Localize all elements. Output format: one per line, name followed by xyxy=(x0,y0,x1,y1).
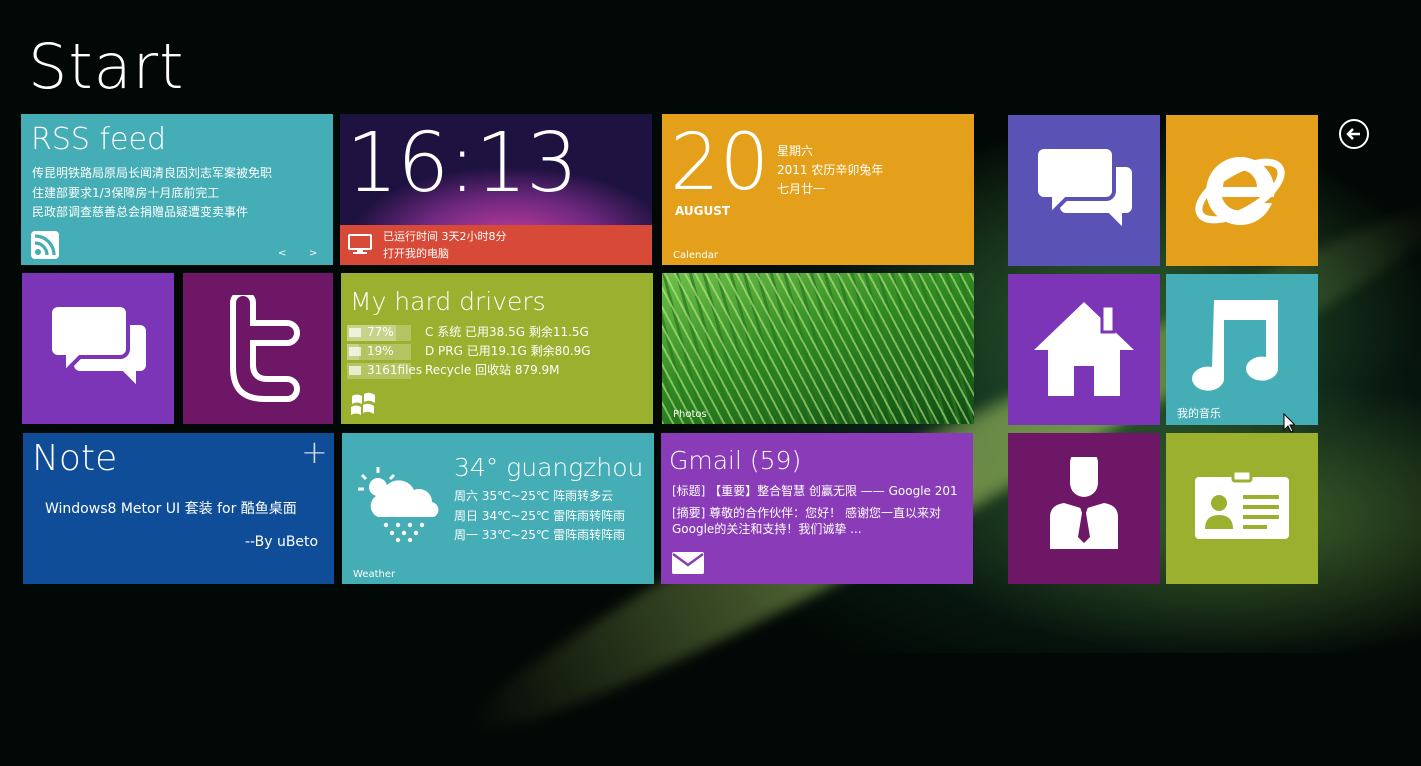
twitter-tile[interactable] xyxy=(183,273,333,424)
weather-tile[interactable]: 34° guangzhou 周六 35℃~25℃ 阵雨转多云 周日 34℃~25… xyxy=(342,433,654,584)
recycle-text: Recycle 回收站 879.9M xyxy=(425,363,560,377)
drive-row-d: 19% D PRG 已用19.1G 剩余80.9G xyxy=(347,342,647,361)
person-icon xyxy=(1050,457,1118,551)
clock-uptime: 已运行时间 3天2小时8分 xyxy=(383,230,507,243)
drive-row-c: 77% C 系统 已用38.5G 剩余11.5G xyxy=(347,323,647,342)
back-arrow-button[interactable] xyxy=(1339,119,1369,149)
calendar-month: AUGUST xyxy=(675,204,731,218)
rss-title: RSS feed xyxy=(31,122,166,157)
twitter-t-icon xyxy=(215,295,305,405)
rss-next-button[interactable]: > xyxy=(309,248,317,259)
drive-c-text: C 系统 已用38.5G 剩余11.5G xyxy=(425,325,589,339)
music-label: 我的音乐 xyxy=(1177,407,1221,420)
drive-d-badge: 19% xyxy=(367,344,394,358)
id-card-tile[interactable] xyxy=(1166,433,1318,584)
note-title: Note xyxy=(32,438,118,479)
computer-icon xyxy=(348,234,372,254)
weather-day: 周一 33℃~25℃ 雷阵雨转阵雨 xyxy=(454,528,626,542)
rss-line: 传昆明铁路局原局长闻清良因刘志军案被免职 xyxy=(32,166,273,180)
clock-footer: 已运行时间 3天2小时8分 打开我的电脑 xyxy=(340,225,652,265)
music-note-icon xyxy=(1186,296,1282,396)
id-card-icon xyxy=(1193,471,1291,541)
chat-bubbles-icon xyxy=(1036,145,1134,233)
rss-tile[interactable]: RSS feed 传昆明铁路局原局长闻清良因刘志军案被免职 住建部要求1/3保障… xyxy=(21,114,333,265)
rss-line: 住建部要求1/3保障房十月底前完工 xyxy=(32,185,220,200)
home-tile[interactable] xyxy=(1008,274,1160,425)
gmail-tile[interactable]: Gmail (59) [标题] 【重要】整合智慧 创赢无限 —— Google … xyxy=(661,433,973,584)
calendar-day: 20 xyxy=(670,118,770,208)
drive-d-text: D PRG 已用19.1G 剩余80.9G xyxy=(425,344,591,358)
rss-icon xyxy=(31,231,59,259)
home-icon xyxy=(1034,298,1134,398)
gmail-title: Gmail (59) xyxy=(669,446,802,475)
messaging-large-tile[interactable] xyxy=(1008,115,1160,266)
calendar-label: Calendar xyxy=(673,250,718,261)
note-add-icon[interactable]: + xyxy=(301,433,328,471)
mouse-cursor-icon xyxy=(1283,413,1295,433)
recycle-bin-icon xyxy=(349,366,361,375)
clock-tile[interactable]: 16:13 已运行时间 3天2小时8分 打开我的电脑 xyxy=(340,114,652,265)
music-tile[interactable]: 我的音乐 xyxy=(1166,274,1318,425)
mail-envelope-icon xyxy=(672,552,704,574)
drive-c-badge: 77% xyxy=(367,325,394,339)
internet-explorer-tile[interactable] xyxy=(1166,115,1318,266)
rss-prev-button[interactable]: < xyxy=(278,248,286,259)
clock-time: 16:13 xyxy=(346,116,578,211)
clock-open-computer[interactable]: 打开我的电脑 xyxy=(383,245,449,261)
internet-explorer-icon xyxy=(1190,139,1290,239)
page-title: Start xyxy=(28,30,185,103)
note-tile[interactable]: Note + Windows8 Metor UI 套装 for 酷鱼桌面 --B… xyxy=(23,433,334,584)
note-body: Windows8 Metor UI 套装 for 酷鱼桌面 xyxy=(45,501,297,517)
weather-day: 周日 34℃~25℃ 雷阵雨转阵雨 xyxy=(454,508,626,523)
recycle-badge: 3161files xyxy=(367,363,423,377)
windows-logo-icon xyxy=(350,392,376,416)
drive-icon xyxy=(349,328,361,337)
gmail-subject: [标题] 【重要】整合智慧 创赢无限 —— Google 201 xyxy=(672,484,958,498)
photos-tile[interactable]: Photos xyxy=(662,273,974,424)
calendar-lunar-day: 七月廿一 xyxy=(777,182,826,196)
gmail-summary: [摘要] 尊敬的合作伙伴：您好！ 感谢您一直以来对 xyxy=(672,506,941,520)
chat-bubbles-icon xyxy=(50,303,148,391)
drives-tile[interactable]: My hard drivers 77% C 系统 已用38.5G 剩余11.5G… xyxy=(341,273,653,424)
messaging-tile[interactable] xyxy=(22,273,174,424)
drive-row-recycle: 3161files Recycle 回收站 879.9M xyxy=(347,361,647,380)
drive-icon xyxy=(349,347,361,356)
photos-label: Photos xyxy=(673,409,707,420)
arrow-left-icon xyxy=(1346,128,1360,140)
gmail-summary-continued: Google的关注和支持！我们诚挚 ... xyxy=(672,522,862,536)
weather-title: 34° guangzhou xyxy=(454,453,644,482)
weather-cloud-rain-icon xyxy=(356,465,442,543)
contacts-tile[interactable] xyxy=(1008,433,1160,584)
drives-title: My hard drivers xyxy=(350,287,546,316)
calendar-lunar-year: 2011 农历辛卯兔年 xyxy=(777,163,884,177)
calendar-weekday: 星期六 xyxy=(777,144,814,158)
rss-line: 民政部调查慈善总会捐赠品疑遭变卖事件 xyxy=(32,205,249,219)
weather-label: Weather xyxy=(353,569,396,580)
calendar-tile[interactable]: 20 AUGUST 星期六 2011 农历辛卯兔年 七月廿一 Calendar xyxy=(662,114,974,265)
note-signature: --By uBeto xyxy=(245,534,319,550)
weather-day: 周六 35℃~25℃ 阵雨转多云 xyxy=(454,489,614,503)
